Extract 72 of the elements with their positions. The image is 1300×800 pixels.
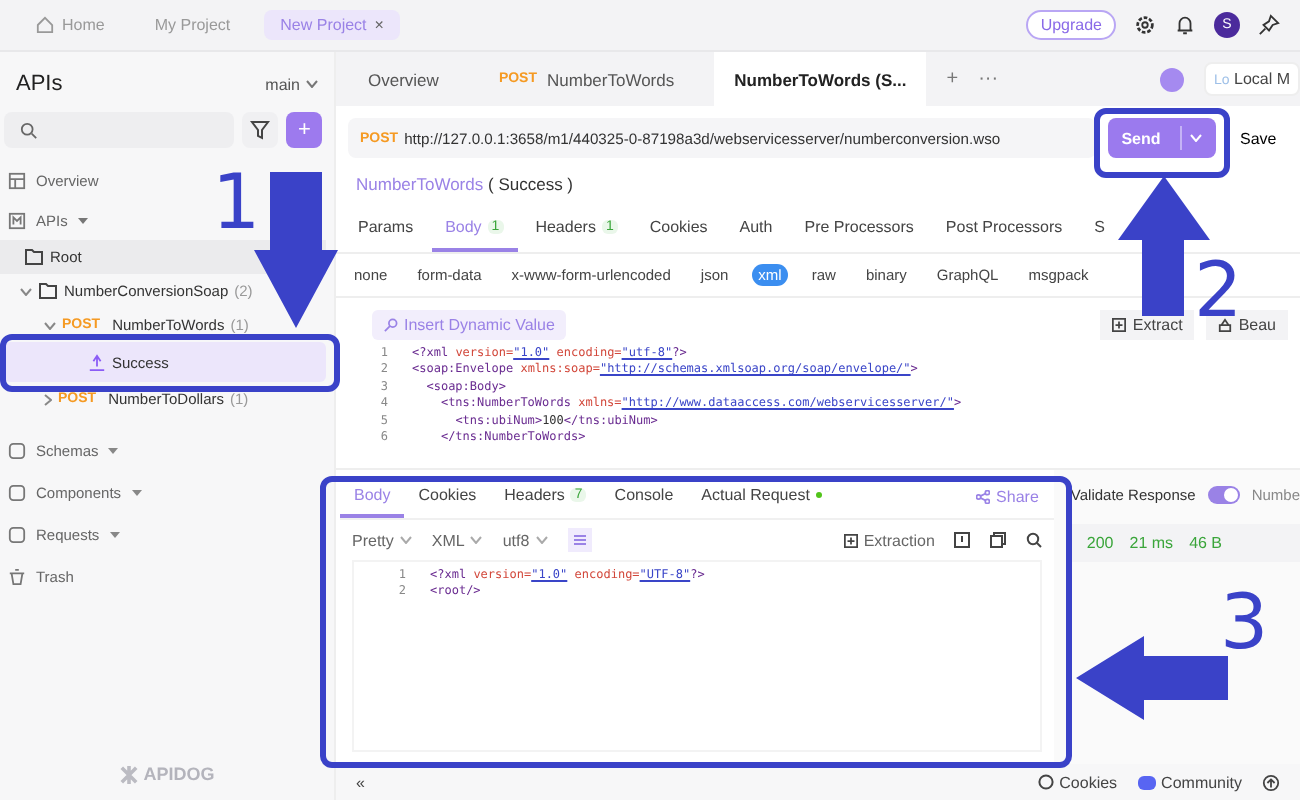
chevron-down-icon [44, 321, 56, 329]
cube-icon [8, 441, 26, 459]
chevron-down-icon [1190, 134, 1203, 142]
upgrade-button[interactable]: Upgrade [1026, 10, 1116, 40]
settings-icon[interactable] [1134, 14, 1156, 36]
search-icon [384, 318, 398, 332]
request-section-tab[interactable]: Params [344, 218, 428, 252]
search-icon[interactable] [1026, 532, 1043, 548]
plus-square-icon [843, 533, 858, 547]
wrap-icon[interactable] [567, 528, 592, 552]
sidebar-title: APIs [16, 72, 63, 96]
bell-icon[interactable] [1174, 14, 1196, 36]
search-icon [20, 121, 38, 139]
format-dropdown[interactable]: XML [431, 531, 483, 549]
response-tab[interactable]: Console [600, 486, 688, 518]
filter-button[interactable] [242, 112, 278, 148]
response-tab[interactable]: Cookies [404, 486, 491, 518]
search-field[interactable] [4, 112, 234, 148]
chevron-down-icon [535, 536, 548, 544]
extract-button[interactable]: Extract [1100, 310, 1195, 340]
layout-icon [8, 171, 26, 189]
add-tab-button[interactable]: + [946, 68, 959, 90]
app-logo: APIDOG [0, 764, 334, 800]
request-section-tab[interactable]: S [1080, 218, 1120, 252]
more-button[interactable]: ··· [978, 68, 999, 90]
cookies-link[interactable]: Cookies [1037, 773, 1118, 791]
plus-square-icon [1112, 318, 1127, 332]
pin-icon[interactable] [1258, 14, 1280, 36]
branch-selector[interactable]: main [265, 75, 318, 93]
extraction-button[interactable]: Extraction [843, 531, 935, 549]
community-link[interactable]: Community [1137, 773, 1242, 791]
response-size: 46 B [1189, 534, 1223, 552]
upload-icon [88, 353, 106, 371]
response-tab[interactable]: Actual Request [687, 486, 836, 518]
circle-icon [1037, 774, 1054, 790]
step-number: 3 [1220, 592, 1269, 653]
format-dropdown[interactable]: Pretty [352, 531, 412, 549]
cube-icon [8, 525, 26, 543]
collapse-button[interactable]: « [356, 773, 365, 791]
chevron-down-icon [20, 287, 32, 295]
step-number: 1 [212, 172, 261, 233]
caret-down-icon [108, 447, 119, 453]
upload-icon[interactable] [1262, 773, 1280, 791]
chevron-down-icon [399, 536, 412, 544]
request-section-tab[interactable]: Cookies [635, 218, 722, 252]
request-name: NumberToWords [356, 174, 484, 194]
chevron-right-icon [44, 393, 52, 405]
copy-icon[interactable] [990, 532, 1007, 548]
case-name: ( Success ) [488, 174, 574, 194]
home-icon [36, 16, 54, 34]
cube-icon [8, 483, 26, 501]
request-section-tab[interactable]: Auth [725, 218, 787, 252]
request-section-tab[interactable]: Post Processors [931, 218, 1077, 252]
status-code: 200 [1086, 534, 1114, 552]
highlight-frame [1094, 108, 1230, 178]
caret-down-icon [131, 489, 142, 495]
request-section-tab[interactable]: Pre Processors [790, 218, 928, 252]
request-tab[interactable]: Overview [348, 52, 459, 106]
toggle-switch[interactable] [1207, 486, 1240, 504]
caret-down-icon [109, 531, 120, 537]
filter-icon [250, 120, 270, 140]
api-icon [8, 211, 26, 229]
chevron-down-icon [470, 536, 483, 544]
trash-icon [8, 567, 26, 585]
caret-down-icon [77, 217, 88, 223]
window-tab[interactable]: New Project × [264, 10, 400, 40]
request-tab[interactable]: NumberToWords (S... [714, 52, 927, 106]
logo-icon [119, 765, 138, 783]
chevron-down-icon [306, 80, 318, 88]
format-dropdown[interactable]: utf8 [502, 531, 548, 549]
response-time: 21 ms [1129, 534, 1174, 552]
share-icon [976, 490, 991, 504]
